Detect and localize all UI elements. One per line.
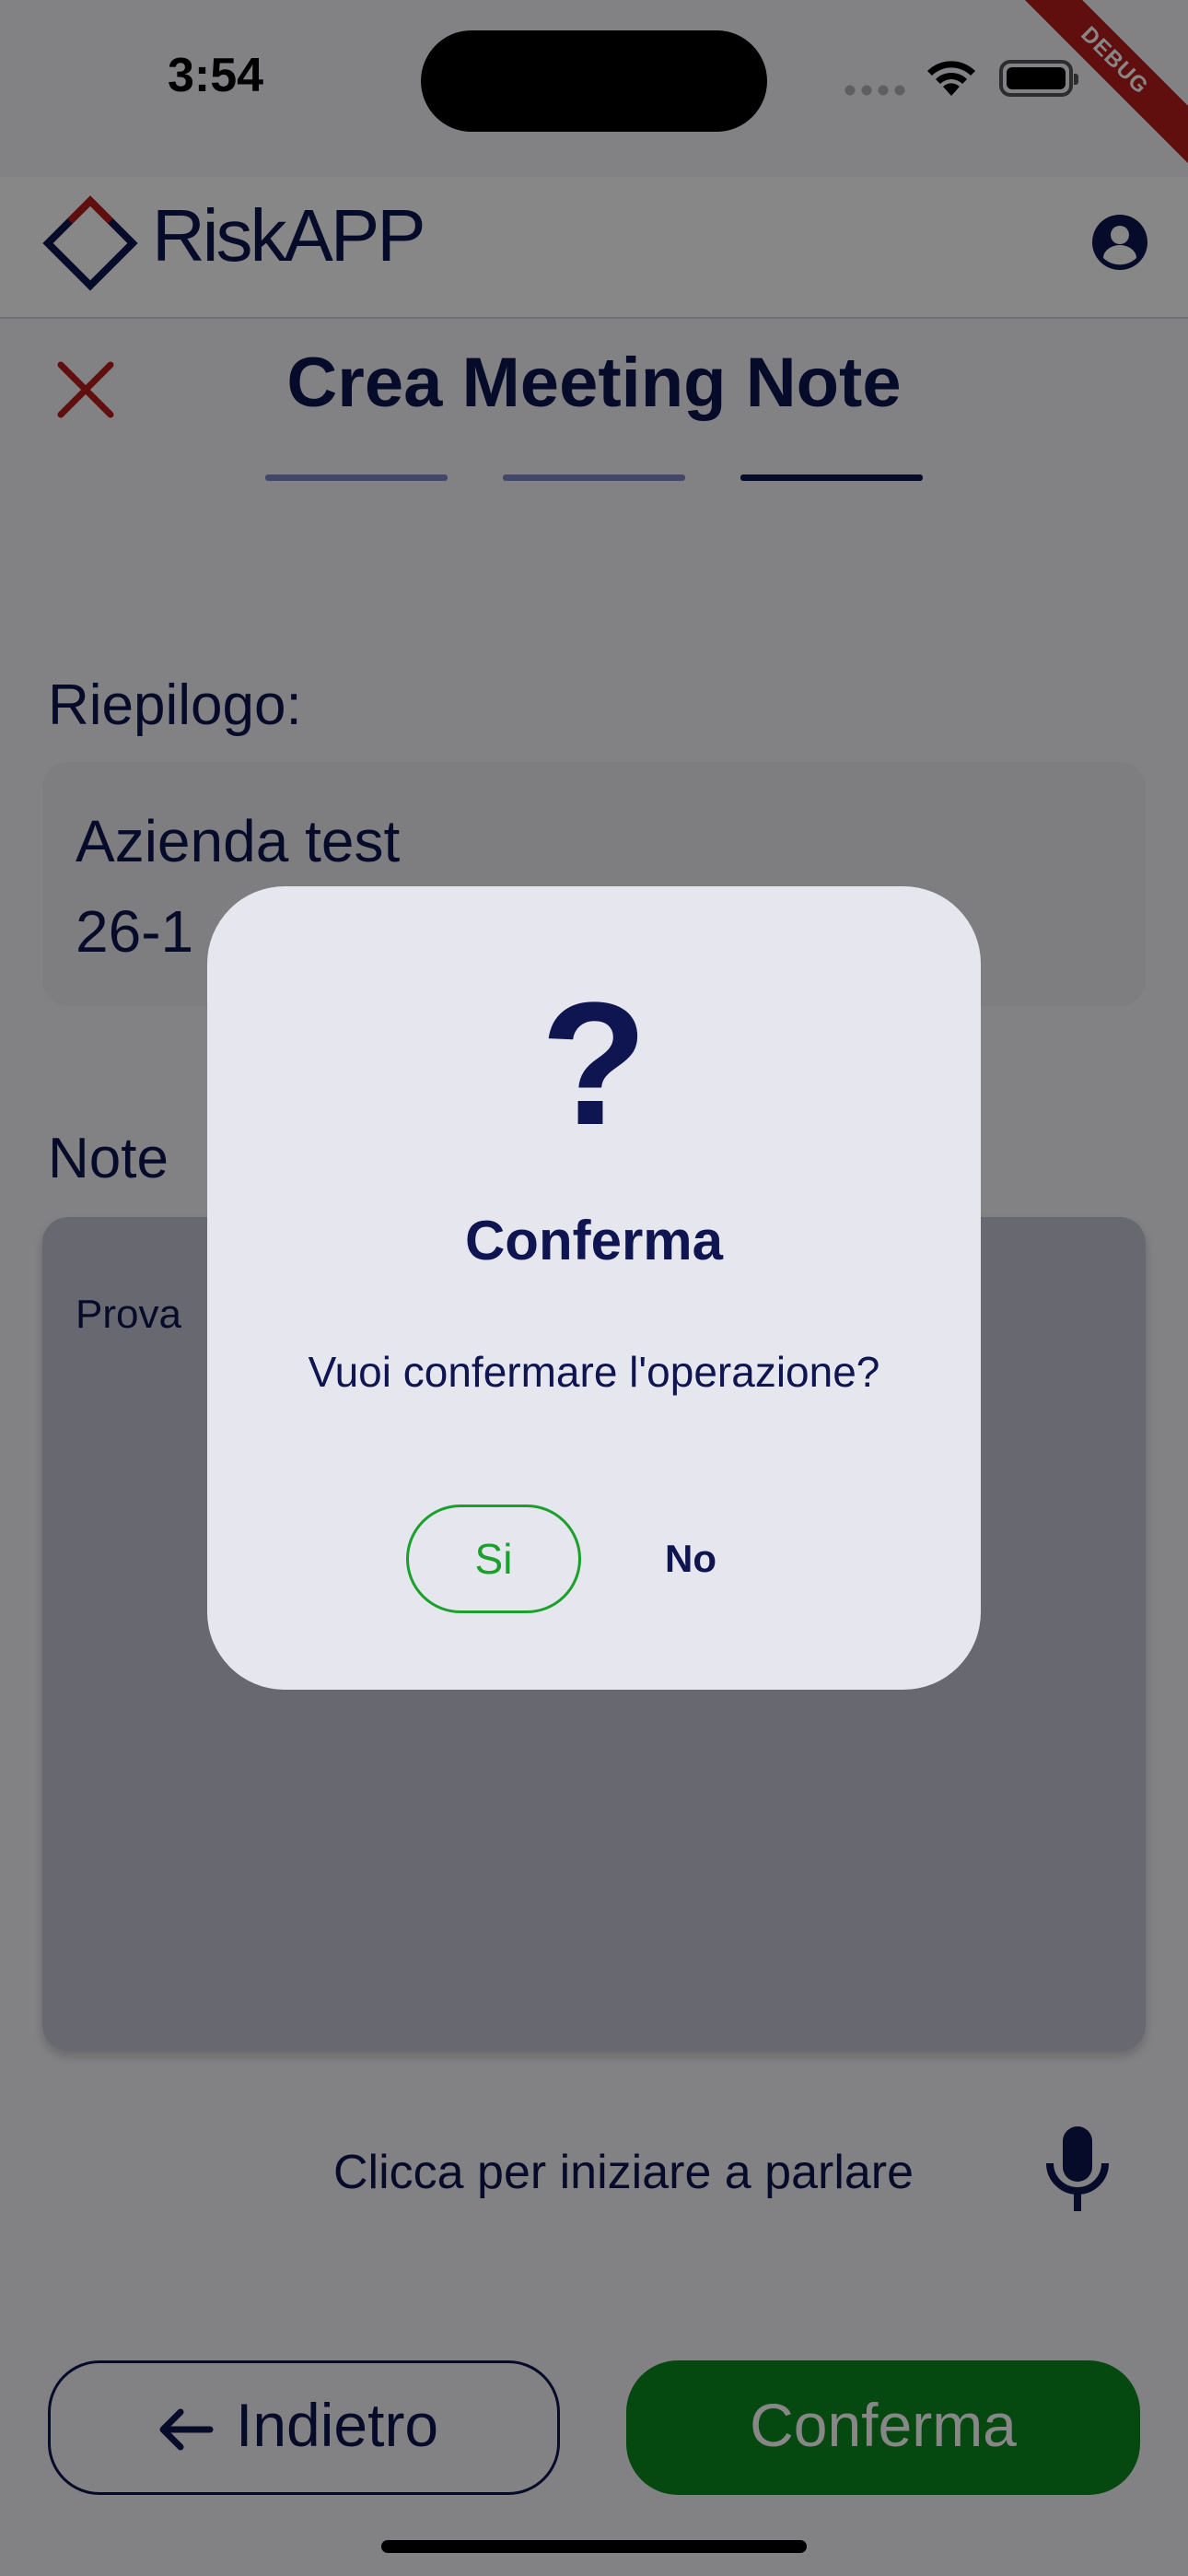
dialog-title: Conferma xyxy=(464,1210,724,1271)
question-mark-icon: ? xyxy=(540,966,648,1162)
dialog-no-button[interactable]: No xyxy=(626,1505,755,1613)
dialog-yes-button[interactable]: Si xyxy=(406,1505,581,1613)
dialog-message: Vuoi confermare l'operazione? xyxy=(308,1348,880,1396)
